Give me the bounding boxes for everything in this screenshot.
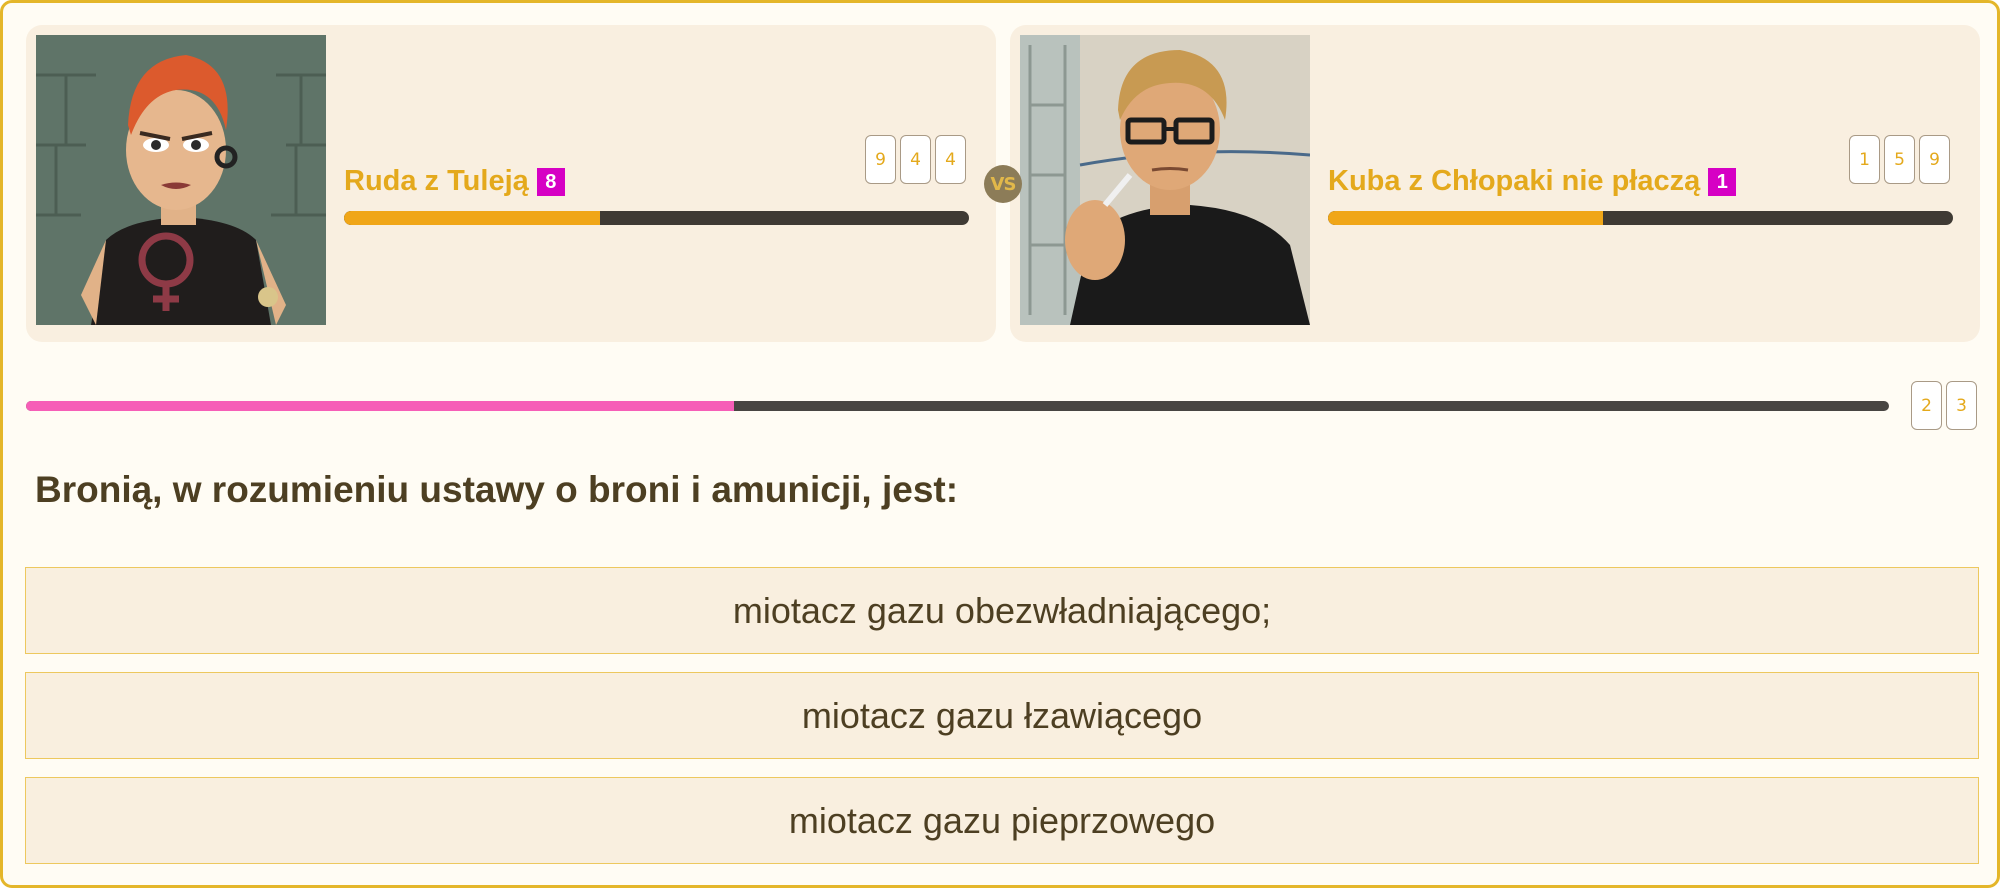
player-1-score-digit: 4 bbox=[900, 135, 931, 184]
player-card-1: Ruda z Tuleją 8 9 4 4 bbox=[26, 25, 996, 342]
player-2-score-digit: 1 bbox=[1849, 135, 1880, 184]
round-counter-digit: 3 bbox=[1946, 381, 1977, 430]
player-2-progress-bar bbox=[1328, 211, 1953, 225]
player-1-progress-fill bbox=[344, 211, 601, 225]
player-1-progress-bar bbox=[344, 211, 969, 225]
player-2-progress-fill bbox=[1328, 211, 1603, 225]
quiz-frame: Ruda z Tuleją 8 9 4 4 Kuba z Chłopaki ni… bbox=[0, 0, 2000, 888]
player-card-2: Kuba z Chłopaki nie płaczą 1 1 5 9 bbox=[1010, 25, 1980, 342]
player-1-score-digit: 9 bbox=[865, 135, 896, 184]
round-progress-fill bbox=[26, 401, 734, 411]
player-2-name: Kuba z Chłopaki nie płaczą bbox=[1328, 165, 1701, 197]
round-counter: 2 3 bbox=[1911, 381, 1977, 430]
answer-option-1[interactable]: miotacz gazu obezwładniającego; bbox=[25, 567, 1979, 654]
player-1-name-row: Ruda z Tuleją 8 bbox=[344, 165, 565, 198]
player-2-score-digit: 9 bbox=[1919, 135, 1950, 184]
player-1-name: Ruda z Tuleją bbox=[344, 165, 529, 197]
player-2-level-badge: 1 bbox=[1708, 167, 1737, 196]
player-1-score: 9 4 4 bbox=[865, 135, 966, 184]
answer-option-3[interactable]: miotacz gazu pieprzowego bbox=[25, 777, 1979, 864]
answer-option-2[interactable]: miotacz gazu łzawiącego bbox=[25, 672, 1979, 759]
player-2-name-row: Kuba z Chłopaki nie płaczą 1 bbox=[1328, 165, 1737, 198]
player-1-level-badge: 8 bbox=[536, 167, 565, 196]
player-1-score-digit: 4 bbox=[935, 135, 966, 184]
player-2-avatar bbox=[1020, 35, 1310, 325]
round-counter-digit: 2 bbox=[1911, 381, 1942, 430]
question-text: Bronią, w rozumieniu ustawy o broni i am… bbox=[35, 469, 959, 510]
player-2-score: 1 5 9 bbox=[1849, 135, 1950, 184]
player-1-avatar bbox=[36, 35, 326, 325]
round-progress-bar bbox=[26, 401, 1889, 411]
player-2-score-digit: 5 bbox=[1884, 135, 1915, 184]
vs-badge: VS bbox=[984, 165, 1022, 203]
